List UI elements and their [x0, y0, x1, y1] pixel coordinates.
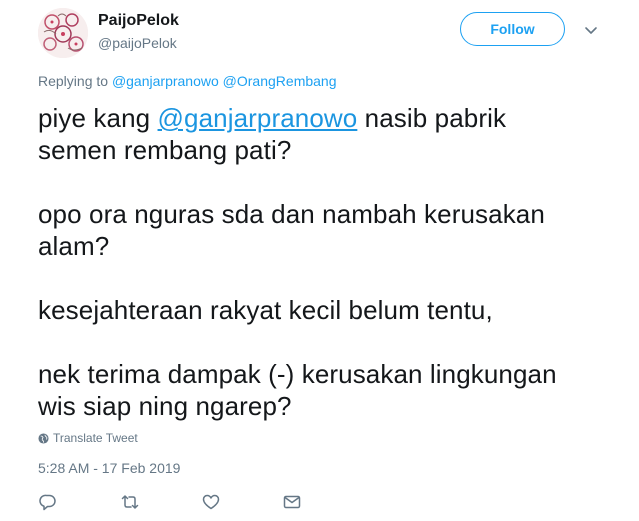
- reply-icon[interactable]: [38, 492, 60, 512]
- tweet-line: nek terima dampak (-) kerusakan lingkung…: [38, 359, 557, 389]
- tweet-line: wis siap ning ngarep?: [38, 391, 292, 421]
- user-names: PaijoPelok @paijoPelok: [98, 11, 179, 52]
- replying-mention-orangrembang[interactable]: @OrangRembang: [223, 73, 337, 89]
- tweet-header: PaijoPelok @paijoPelok Follow: [38, 8, 621, 58]
- tweet-text-segment: piye kang: [38, 103, 158, 133]
- tweet-text-segment: nasib pabrik: [357, 103, 507, 133]
- globe-icon: [38, 432, 49, 444]
- tweet-actions: [38, 492, 338, 512]
- translate-label: Translate Tweet: [53, 431, 138, 445]
- display-name[interactable]: PaijoPelok: [98, 11, 179, 31]
- tweet-line: alam?: [38, 231, 110, 261]
- tweet-card: PaijoPelok @paijoPelok Follow Replying t…: [0, 0, 639, 521]
- tweet-mention-link[interactable]: @ganjarpranowo: [158, 103, 358, 133]
- tweet-line: semen rembang pati?: [38, 135, 292, 165]
- tweet-line: piye kang @ganjarpranowo nasib pabrik: [38, 102, 618, 134]
- tweet-text: piye kang @ganjarpranowo nasib pabrik se…: [38, 102, 618, 422]
- user-handle[interactable]: @paijoPelok: [98, 34, 179, 52]
- heart-icon[interactable]: [201, 492, 223, 512]
- replying-prefix: Replying to: [38, 73, 109, 89]
- follow-button[interactable]: Follow: [460, 12, 565, 46]
- translate-tweet-link[interactable]: Translate Tweet: [38, 430, 138, 446]
- envelope-icon[interactable]: [282, 492, 304, 512]
- replying-mention-ganjarpranowo[interactable]: @ganjarpranowo: [112, 73, 219, 89]
- retweet-icon[interactable]: [120, 492, 142, 512]
- tweet-line: opo ora nguras sda dan nambah kerusakan: [38, 199, 545, 229]
- tweet-line: kesejahteraan rakyat kecil belum tentu,: [38, 295, 493, 325]
- chevron-down-icon[interactable]: [583, 22, 599, 38]
- tweet-timestamp[interactable]: 5:28 AM - 17 Feb 2019: [38, 459, 180, 477]
- replying-to: Replying to @ganjarpranowo @OrangRembang: [38, 72, 337, 90]
- avatar-image: [38, 8, 88, 58]
- avatar[interactable]: [38, 8, 88, 58]
